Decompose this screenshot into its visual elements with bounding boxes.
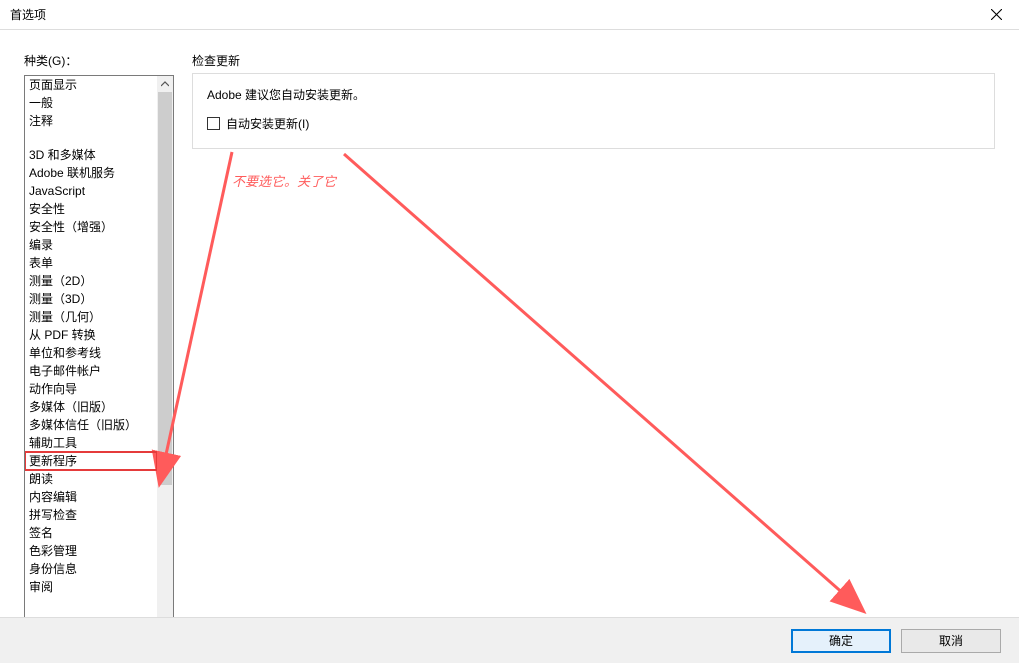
- update-group-box: Adobe 建议您自动安装更新。 自动安装更新(I): [192, 73, 995, 149]
- list-item[interactable]: JavaScript: [25, 182, 157, 200]
- auto-install-label: 自动安装更新(I): [226, 115, 309, 132]
- scroll-up-button[interactable]: [157, 76, 173, 92]
- section-label: 检查更新: [192, 52, 995, 69]
- list-item[interactable]: 色彩管理: [25, 542, 157, 560]
- list-item[interactable]: 拼写检查: [25, 506, 157, 524]
- close-button[interactable]: [974, 0, 1019, 30]
- annotation-text: 不要选它。关了它: [232, 171, 995, 190]
- dialog-footer: 确定 取消: [0, 617, 1019, 663]
- scroll-thumb[interactable]: [158, 92, 172, 485]
- list-item[interactable]: Adobe 联机服务: [25, 164, 157, 182]
- list-item[interactable]: 辅助工具: [25, 434, 157, 452]
- list-item[interactable]: 注释: [25, 112, 157, 130]
- list-item[interactable]: 页面显示: [25, 76, 157, 94]
- list-item[interactable]: 身份信息: [25, 560, 157, 578]
- list-item[interactable]: 安全性: [25, 200, 157, 218]
- list-item[interactable]: 测量（几何）: [25, 308, 157, 326]
- scrollbar[interactable]: [157, 76, 173, 632]
- scroll-track[interactable]: [157, 92, 173, 616]
- list-item[interactable]: 更新程序: [25, 452, 157, 470]
- sidebar: 种类(G)： 页面显示一般注释 3D 和多媒体Adobe 联机服务JavaScri…: [24, 52, 174, 617]
- list-item[interactable]: 表单: [25, 254, 157, 272]
- main-panel: 检查更新 Adobe 建议您自动安装更新。 自动安装更新(I) 不要选它。关了它: [174, 52, 995, 617]
- list-item[interactable]: 编录: [25, 236, 157, 254]
- window-title: 首选项: [10, 6, 46, 23]
- list-item[interactable]: 3D 和多媒体: [25, 146, 157, 164]
- update-description: Adobe 建议您自动安装更新。: [207, 86, 980, 103]
- list-item[interactable]: 朗读: [25, 470, 157, 488]
- list-item[interactable]: 从 PDF 转换: [25, 326, 157, 344]
- auto-install-row: 自动安装更新(I): [207, 115, 980, 132]
- sidebar-label: 种类(G)：: [24, 52, 174, 69]
- list-item[interactable]: 多媒体信任（旧版）: [25, 416, 157, 434]
- category-listbox[interactable]: 页面显示一般注释 3D 和多媒体Adobe 联机服务JavaScript安全性安全…: [24, 75, 174, 633]
- ok-button[interactable]: 确定: [791, 629, 891, 653]
- list-item[interactable]: [25, 130, 157, 146]
- list-item[interactable]: 审阅: [25, 578, 157, 596]
- auto-install-checkbox[interactable]: [207, 117, 220, 130]
- list-item[interactable]: 测量（2D）: [25, 272, 157, 290]
- content-area: 种类(G)： 页面显示一般注释 3D 和多媒体Adobe 联机服务JavaScri…: [0, 30, 1019, 617]
- list-item[interactable]: 内容编辑: [25, 488, 157, 506]
- list-item[interactable]: 安全性（增强）: [25, 218, 157, 236]
- titlebar: 首选项: [0, 0, 1019, 30]
- chevron-up-icon: [161, 80, 169, 88]
- list-item[interactable]: 测量（3D）: [25, 290, 157, 308]
- list-item[interactable]: 单位和参考线: [25, 344, 157, 362]
- list-item[interactable]: 动作向导: [25, 380, 157, 398]
- list-item[interactable]: 签名: [25, 524, 157, 542]
- list-item[interactable]: 一般: [25, 94, 157, 112]
- close-icon: [991, 9, 1002, 20]
- list-item[interactable]: 多媒体（旧版）: [25, 398, 157, 416]
- list-item[interactable]: 电子邮件帐户: [25, 362, 157, 380]
- cancel-button[interactable]: 取消: [901, 629, 1001, 653]
